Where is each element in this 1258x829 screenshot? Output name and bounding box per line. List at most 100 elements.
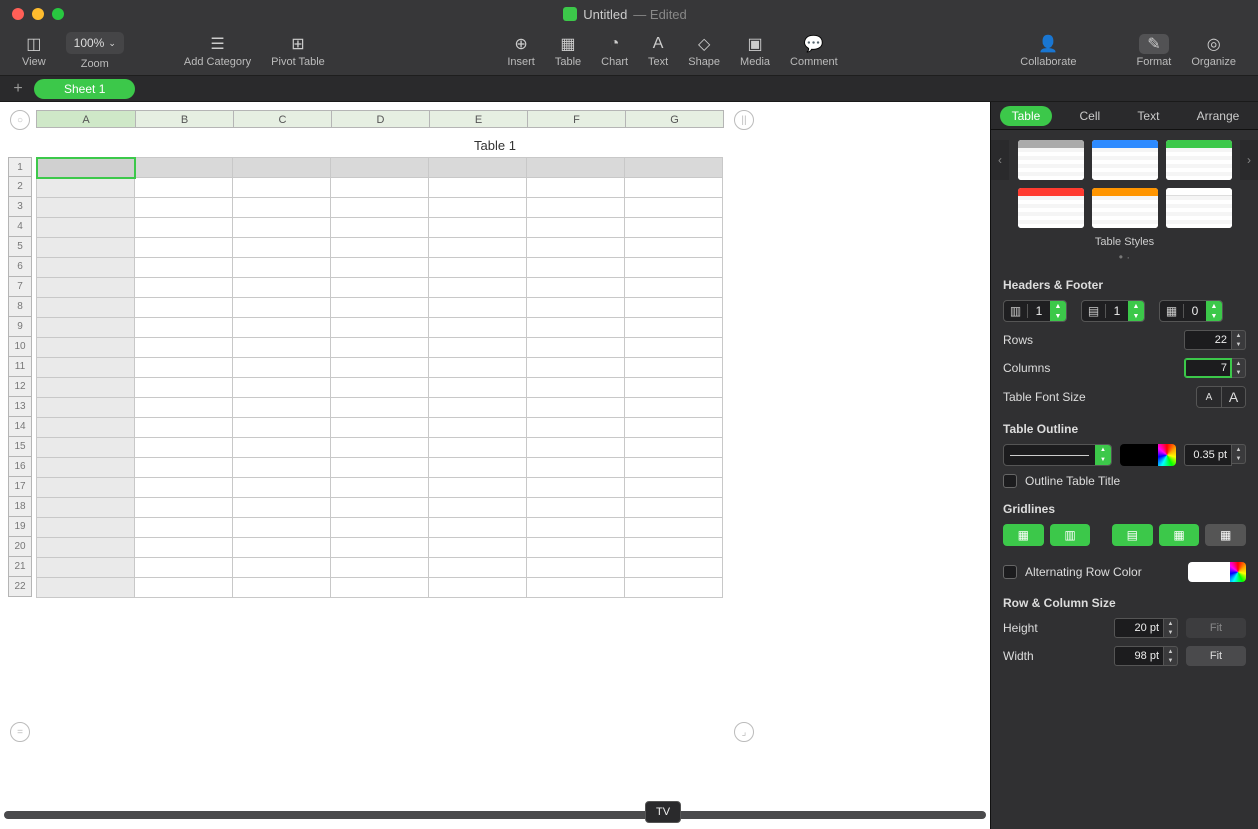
comment-button[interactable]: 💬 Comment	[780, 29, 848, 73]
cell-B22[interactable]	[135, 578, 233, 598]
cell-C5[interactable]	[233, 238, 331, 258]
alt-row-color-wheel[interactable]	[1230, 562, 1246, 582]
cell-C16[interactable]	[233, 458, 331, 478]
cell-E9[interactable]	[429, 318, 527, 338]
cell-C8[interactable]	[233, 298, 331, 318]
cell-E19[interactable]	[429, 518, 527, 538]
cell-D11[interactable]	[331, 358, 429, 378]
cell-D2[interactable]	[331, 178, 429, 198]
width-input[interactable]: ▲▼	[1114, 646, 1178, 666]
cell-D20[interactable]	[331, 538, 429, 558]
cell-E5[interactable]	[429, 238, 527, 258]
width-field[interactable]	[1114, 646, 1164, 666]
outline-style-dropdown[interactable]: ▲▼	[1003, 444, 1112, 466]
cell-G9[interactable]	[625, 318, 723, 338]
cell-F15[interactable]	[527, 438, 625, 458]
decrease-font-button[interactable]: A	[1197, 387, 1221, 407]
cell-B3[interactable]	[135, 198, 233, 218]
row-header-19[interactable]: 19	[8, 517, 32, 537]
header-rows-stepper[interactable]: ▤ 1 ▲▼	[1081, 300, 1145, 322]
cell-F13[interactable]	[527, 398, 625, 418]
row-header-7[interactable]: 7	[8, 277, 32, 297]
cell-D9[interactable]	[331, 318, 429, 338]
cell-B21[interactable]	[135, 558, 233, 578]
cell-F3[interactable]	[527, 198, 625, 218]
column-header-F[interactable]: F	[528, 110, 626, 128]
styles-next-button[interactable]: ›	[1240, 140, 1258, 180]
cell-F1[interactable]	[527, 158, 625, 178]
cell-F21[interactable]	[527, 558, 625, 578]
horizontal-scrollbar[interactable]	[4, 811, 986, 819]
cell-G8[interactable]	[625, 298, 723, 318]
cell-A5[interactable]	[37, 238, 135, 258]
table-style-plain[interactable]	[1166, 188, 1232, 228]
tab-table[interactable]: Table	[1000, 106, 1053, 126]
cell-D22[interactable]	[331, 578, 429, 598]
cell-A14[interactable]	[37, 418, 135, 438]
cell-F8[interactable]	[527, 298, 625, 318]
cell-F7[interactable]	[527, 278, 625, 298]
cell-D15[interactable]	[331, 438, 429, 458]
increase-font-button[interactable]: A	[1221, 387, 1245, 407]
table-style-orange[interactable]	[1092, 188, 1158, 228]
row-header-22[interactable]: 22	[8, 577, 32, 597]
shape-button[interactable]: ◇ Shape	[678, 29, 730, 73]
add-sheet-button[interactable]: +	[8, 79, 28, 99]
cell-G15[interactable]	[625, 438, 723, 458]
cell-B5[interactable]	[135, 238, 233, 258]
zoom-button[interactable]: 100% ⌄ Zoom	[56, 29, 134, 73]
cell-A7[interactable]	[37, 278, 135, 298]
cell-A16[interactable]	[37, 458, 135, 478]
cell-B19[interactable]	[135, 518, 233, 538]
chart-button[interactable]: ◔ Chart	[591, 29, 638, 73]
column-header-G[interactable]: G	[626, 110, 724, 128]
cell-G2[interactable]	[625, 178, 723, 198]
column-header-D[interactable]: D	[332, 110, 430, 128]
outline-weight-input[interactable]: ▲▼	[1184, 444, 1246, 466]
cell-G14[interactable]	[625, 418, 723, 438]
view-button[interactable]: ◫ View	[12, 29, 56, 73]
cell-A13[interactable]	[37, 398, 135, 418]
cell-F18[interactable]	[527, 498, 625, 518]
organize-button[interactable]: ◎ Organize	[1181, 29, 1246, 73]
cell-D21[interactable]	[331, 558, 429, 578]
cell-E7[interactable]	[429, 278, 527, 298]
height-field[interactable]	[1114, 618, 1164, 638]
cell-A9[interactable]	[37, 318, 135, 338]
cell-C14[interactable]	[233, 418, 331, 438]
cell-F11[interactable]	[527, 358, 625, 378]
cell-B9[interactable]	[135, 318, 233, 338]
cell-D18[interactable]	[331, 498, 429, 518]
cell-C21[interactable]	[233, 558, 331, 578]
table-title[interactable]: Table 1	[8, 138, 982, 153]
cell-E16[interactable]	[429, 458, 527, 478]
rows-stepper[interactable]: ▲▼	[1232, 330, 1246, 350]
outline-color-swatch[interactable]	[1120, 444, 1158, 466]
cell-F19[interactable]	[527, 518, 625, 538]
row-header-3[interactable]: 3	[8, 197, 32, 217]
cell-D6[interactable]	[331, 258, 429, 278]
cell-A1[interactable]	[37, 158, 135, 178]
fit-height-button[interactable]: Fit	[1186, 618, 1246, 638]
cell-G4[interactable]	[625, 218, 723, 238]
zoom-window-button[interactable]	[52, 8, 64, 20]
columns-input[interactable]: ▲▼	[1184, 358, 1246, 378]
collaborate-button[interactable]: 👤 Collaborate	[1010, 29, 1086, 73]
cell-B18[interactable]	[135, 498, 233, 518]
cell-A17[interactable]	[37, 478, 135, 498]
column-header-E[interactable]: E	[430, 110, 528, 128]
row-header-20[interactable]: 20	[8, 537, 32, 557]
cell-F10[interactable]	[527, 338, 625, 358]
cell-B14[interactable]	[135, 418, 233, 438]
cell-B12[interactable]	[135, 378, 233, 398]
alt-row-color-swatch[interactable]	[1188, 562, 1230, 582]
cell-A4[interactable]	[37, 218, 135, 238]
row-header-5[interactable]: 5	[8, 237, 32, 257]
text-button[interactable]: A Text	[638, 29, 678, 73]
cell-D5[interactable]	[331, 238, 429, 258]
row-header-2[interactable]: 2	[8, 177, 32, 197]
cell-B13[interactable]	[135, 398, 233, 418]
rows-input[interactable]: ▲▼	[1184, 330, 1246, 350]
cell-E18[interactable]	[429, 498, 527, 518]
format-button[interactable]: ✎ Format	[1127, 29, 1182, 73]
